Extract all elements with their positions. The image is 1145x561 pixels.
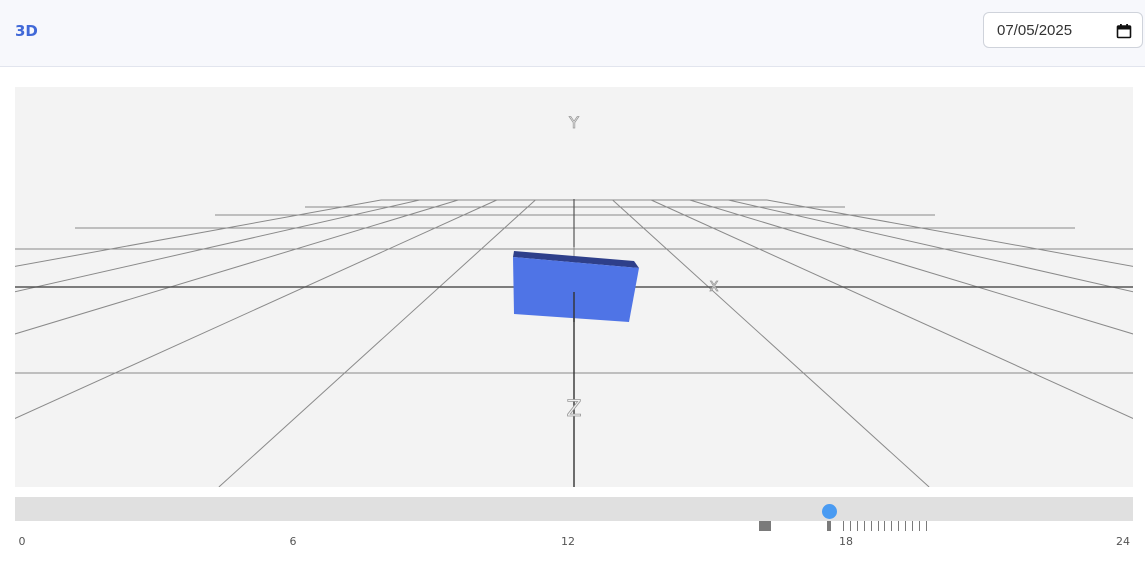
date-picker-input[interactable]: 07/05/2025 <box>983 12 1143 48</box>
date-value: 07/05/2025 <box>997 22 1073 39</box>
timeline-tick <box>898 521 900 531</box>
timeline-handle[interactable] <box>821 504 837 519</box>
timeline-tick <box>843 521 845 531</box>
x-axis-label: X <box>710 280 719 295</box>
timeline-current-marker <box>827 521 832 531</box>
calendar-icon[interactable] <box>1116 23 1132 39</box>
timeline-label-24: 24 <box>1116 535 1130 548</box>
timeline-label-6: 6 <box>289 535 297 548</box>
page-title: 3D <box>15 22 38 40</box>
timeline-tick <box>856 521 858 531</box>
grid-column-line <box>218 199 536 487</box>
grid-column-line <box>15 199 498 419</box>
blue-box[interactable] <box>513 251 639 322</box>
timeline-track[interactable] <box>15 497 1133 521</box>
grid-column-line <box>728 199 1133 293</box>
timeline-tick <box>891 521 893 531</box>
timeline-label-0: 0 <box>18 535 26 548</box>
grid-column-line <box>689 199 1133 335</box>
z-axis-label: Z <box>566 397 581 422</box>
3d-scene[interactable]: Y X Z <box>15 87 1133 487</box>
timeline-tick <box>905 521 907 531</box>
grid-column-line <box>15 199 420 293</box>
grid-column-line <box>15 199 459 335</box>
timeline-marker-block <box>759 521 772 531</box>
timeline-label-12: 12 <box>561 535 575 548</box>
timeline-label-18: 18 <box>839 535 853 548</box>
timeline-tick <box>911 521 913 531</box>
timeline-tick <box>877 521 879 531</box>
timeline-tick <box>863 521 865 531</box>
timeline-tick <box>925 521 927 531</box>
y-axis-label: Y <box>568 113 579 132</box>
timeline-tick <box>870 521 872 531</box>
grid-column-line <box>612 199 930 487</box>
timeline-tick <box>918 521 920 531</box>
grid-column-line <box>766 199 1133 267</box>
box-front-face <box>513 257 639 322</box>
timeline-tick <box>850 521 852 531</box>
header-bar: 3D 07/05/2025 <box>0 0 1145 67</box>
grid-column-line <box>15 199 382 267</box>
timeline-tick <box>884 521 886 531</box>
grid-column-line <box>650 199 1133 419</box>
3d-viewport[interactable]: Y X Z <box>15 87 1133 487</box>
